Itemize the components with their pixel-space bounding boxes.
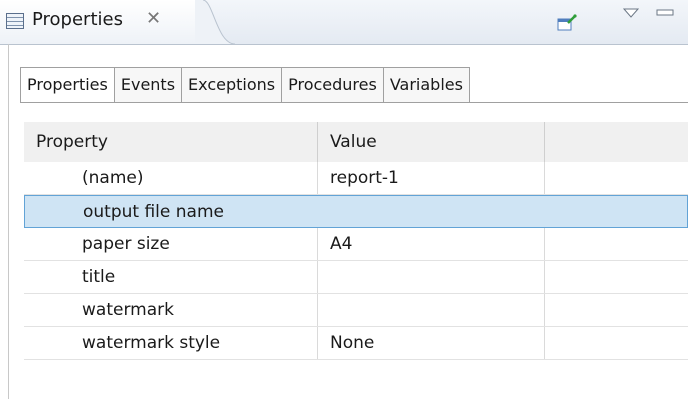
column-divider xyxy=(317,294,318,327)
property-name: watermark xyxy=(82,300,174,320)
property-name: (name) xyxy=(82,168,144,188)
tab-properties[interactable]: Properties xyxy=(20,67,115,103)
table-row[interactable]: watermark xyxy=(24,294,688,327)
column-divider xyxy=(544,162,545,195)
row-divider xyxy=(24,359,688,360)
table-row-selected[interactable]: output file name xyxy=(24,195,688,228)
tab-underline xyxy=(20,102,688,103)
view-left-border xyxy=(8,44,9,399)
column-divider xyxy=(544,122,545,162)
table-header: Property Value xyxy=(24,122,688,162)
properties-view-icon xyxy=(6,13,24,29)
close-icon[interactable]: ✕ xyxy=(146,8,161,29)
column-divider xyxy=(544,294,545,327)
tab-exceptions[interactable]: Exceptions xyxy=(182,67,283,103)
pin-icon[interactable] xyxy=(557,14,577,32)
property-value[interactable]: report-1 xyxy=(317,162,544,195)
property-value[interactable]: None xyxy=(317,327,544,360)
tab-events[interactable]: Events xyxy=(114,67,183,103)
tab-variables[interactable]: Variables xyxy=(383,67,470,103)
column-divider xyxy=(317,261,318,294)
minimize-icon[interactable] xyxy=(655,6,677,20)
column-divider xyxy=(544,327,545,360)
property-table: Property Value (name) report-1 output fi… xyxy=(24,122,688,360)
column-divider xyxy=(544,228,545,261)
table-row[interactable]: (name) report-1 xyxy=(24,162,688,195)
column-divider xyxy=(317,162,318,195)
column-divider xyxy=(544,261,545,294)
property-name: output file name xyxy=(83,202,224,222)
column-header-value[interactable]: Value xyxy=(317,122,544,162)
tab-procedures[interactable]: Procedures xyxy=(282,67,384,103)
property-tabs: Properties Events Exceptions Procedures … xyxy=(20,67,470,103)
table-row[interactable]: watermark style None xyxy=(24,327,688,360)
property-name: title xyxy=(82,267,116,287)
column-header-property[interactable]: Property xyxy=(24,122,317,162)
view-title: Properties xyxy=(32,9,123,30)
property-value[interactable] xyxy=(317,261,544,294)
view-tab-bar: Properties ✕ xyxy=(0,0,688,45)
view-menu-icon[interactable] xyxy=(622,6,640,20)
column-divider xyxy=(317,122,318,162)
property-value[interactable] xyxy=(317,294,544,327)
tab-slant xyxy=(195,0,235,44)
table-row[interactable]: title xyxy=(24,261,688,294)
column-divider xyxy=(317,228,318,261)
property-value[interactable]: A4 xyxy=(317,228,544,261)
property-name: watermark style xyxy=(82,333,221,353)
column-divider xyxy=(317,327,318,360)
property-name: paper size xyxy=(82,234,170,254)
table-row[interactable]: paper size A4 xyxy=(24,228,688,261)
properties-view-tab[interactable]: Properties ✕ xyxy=(0,0,205,44)
property-value[interactable] xyxy=(318,196,545,227)
